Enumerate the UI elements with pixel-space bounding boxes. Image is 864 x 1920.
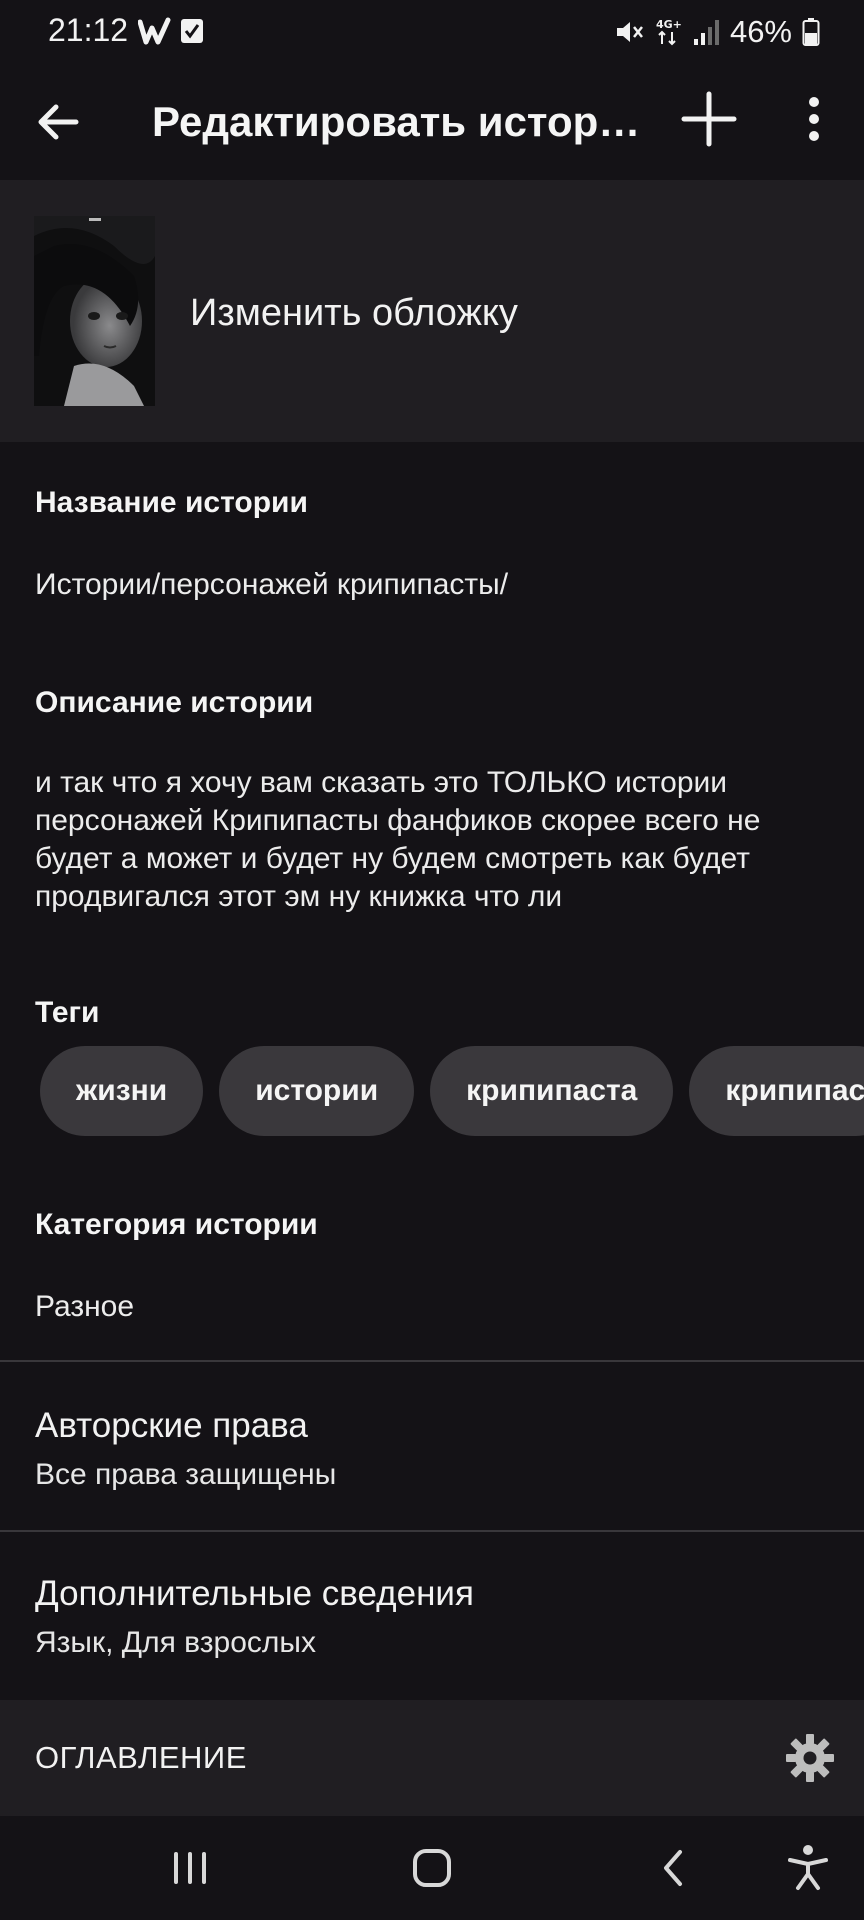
copyright-row[interactable]: Авторские права Все права защищены (0, 1362, 864, 1530)
tags-list: жизни истории крипипаста крипипас (40, 1046, 864, 1136)
additional-details-title: Дополнительные сведения (35, 1574, 474, 1613)
story-title-field[interactable]: Истории/персонажей крипипасты/ (35, 568, 508, 602)
tag-chip[interactable]: крипипаста (430, 1046, 674, 1136)
svg-text:4G+: 4G+ (656, 18, 682, 31)
mute-icon (616, 22, 643, 42)
tag-chip[interactable]: истории (219, 1046, 415, 1136)
category-field[interactable]: Разное (35, 1290, 134, 1324)
accessibility-icon[interactable] (778, 1838, 838, 1898)
status-right: 4G+ 46% (614, 12, 820, 52)
change-cover-row[interactable]: Изменить обложку (0, 180, 864, 442)
additional-details-subtitle: Язык, Для взрослых (35, 1626, 316, 1659)
back-arrow-icon[interactable] (28, 92, 88, 152)
network-4g-icon: 4G+ (656, 18, 682, 46)
home-icon[interactable] (402, 1838, 462, 1898)
battery-percent: 46% (729, 14, 792, 49)
status-time: 21:12 (48, 12, 129, 48)
recents-icon[interactable] (160, 1838, 220, 1898)
tags-label: Теги (35, 996, 100, 1029)
story-title-label: Название истории (35, 486, 308, 519)
tag-chip[interactable]: жизни (40, 1046, 204, 1136)
category-label: Категория истории (35, 1208, 318, 1241)
tag-chip[interactable]: крипипас (689, 1046, 864, 1136)
story-description-field[interactable]: и так что я хочу вам сказать это ТОЛЬКО … (35, 764, 835, 916)
plus-icon[interactable] (678, 88, 740, 150)
more-vertical-icon[interactable] (796, 88, 832, 150)
system-nav-bar (0, 1816, 864, 1920)
story-description-label: Описание истории (35, 686, 314, 719)
signal-icon (693, 20, 719, 45)
table-of-contents-label: ОГЛАВЛЕНИЕ (35, 1740, 247, 1775)
additional-details-row[interactable]: Дополнительные сведения Язык, Для взросл… (0, 1532, 864, 1700)
copyright-subtitle: Все права защищены (35, 1458, 337, 1491)
app-bar: Редактировать истори… (0, 62, 864, 180)
wattpad-icon (138, 17, 171, 45)
battery-icon (802, 18, 820, 46)
back-icon[interactable] (644, 1838, 704, 1898)
page-title: Редактировать истори… (152, 98, 642, 145)
status-bar: 21:12 4G+ 46% (0, 0, 864, 62)
cover-image (34, 216, 155, 406)
copyright-title: Авторские права (35, 1406, 308, 1445)
checkbox-icon (181, 19, 203, 43)
change-cover-label: Изменить обложку (190, 292, 518, 334)
table-of-contents-row: ОГЛАВЛЕНИЕ (0, 1700, 864, 1816)
gear-icon[interactable] (784, 1732, 836, 1784)
